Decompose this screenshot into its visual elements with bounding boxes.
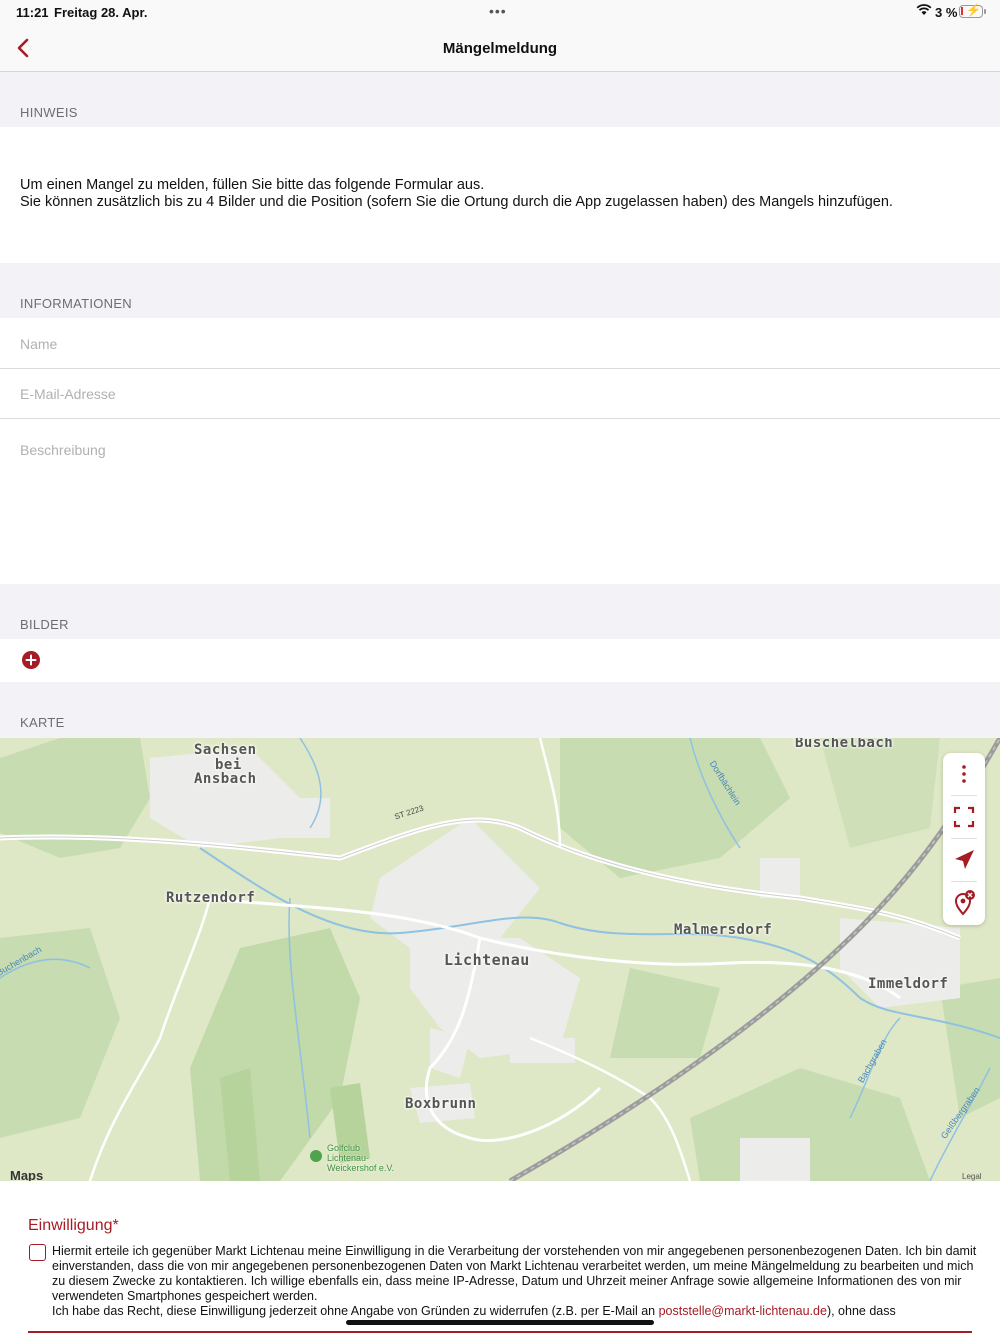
consent-revoke-text-end: ), ohne dass: [826, 1304, 896, 1318]
plus-icon: [25, 654, 37, 666]
info-card: [0, 318, 1000, 584]
hint-line-2: Sie können zusätzlich bis zu 4 Bilder un…: [20, 194, 893, 210]
place-label: Rutzendorf: [166, 890, 256, 906]
remove-pin-button[interactable]: [943, 882, 985, 924]
images-card: [0, 639, 1000, 682]
name-field[interactable]: Name: [20, 336, 57, 352]
locate-me-button[interactable]: [943, 839, 985, 881]
consent-title: Einwilligung*: [28, 1217, 119, 1234]
golf-label-line: Lichtenau-: [327, 1153, 370, 1163]
place-label: Lichtenau: [444, 951, 530, 969]
status-bar: 11:21 Freitag 28. Apr. ••• 3 % ⚡: [0, 0, 1000, 24]
divider: [0, 418, 1000, 419]
navigation-bar: Mängelmeldung: [0, 24, 1000, 72]
bolt-icon: ⚡: [966, 3, 981, 17]
battery-icon: ⚡: [959, 3, 986, 18]
add-image-button[interactable]: [22, 651, 40, 669]
golf-label-line: Weickershof e.V.: [327, 1163, 395, 1173]
legal-link[interactable]: Legal: [962, 1172, 982, 1181]
pin-remove-icon: [954, 890, 975, 916]
wifi-icon: [916, 4, 932, 15]
consent-paragraph-revoke: Ich habe das Recht, diese Einwilligung j…: [52, 1304, 977, 1318]
section-header-images: BILDER: [20, 617, 69, 632]
place-label: Ansbach: [194, 771, 257, 787]
place-label: Immeldorf: [868, 976, 949, 992]
hint-line-1: Um einen Mangel zu melden, füllen Sie bi…: [20, 177, 485, 193]
map-controls: [943, 753, 985, 925]
home-indicator[interactable]: [346, 1320, 654, 1325]
consent-text: Hiermit erteile ich gegenüber Markt Lich…: [52, 1244, 977, 1318]
golf-icon: [310, 1150, 322, 1162]
description-field[interactable]: Beschreibung: [20, 442, 106, 458]
fullscreen-button[interactable]: [943, 796, 985, 838]
section-header-map: KARTE: [20, 715, 65, 730]
place-label: Buschelbach: [795, 738, 894, 751]
status-date: Freitag 28. Apr.: [54, 5, 148, 20]
place-label: Sachsen: [194, 742, 257, 758]
section-header-info: INFORMATIONEN: [20, 296, 132, 311]
email-field[interactable]: E-Mail-Adresse: [20, 386, 116, 402]
ellipsis-vertical-icon: [962, 765, 966, 783]
more-options-button[interactable]: [943, 753, 985, 795]
place-label: Boxbrunn: [405, 1096, 477, 1112]
consent-paragraph: Hiermit erteile ich gegenüber Markt Lich…: [52, 1244, 977, 1303]
battery-level: [961, 7, 963, 15]
golf-label-line: Golfclub: [327, 1143, 361, 1153]
hint-text: Um einen Mangel zu melden, füllen Sie bi…: [20, 177, 980, 211]
section-header-hint: HINWEIS: [20, 105, 78, 120]
golf-label: Golfclub Lichtenau- Weickershof e.V.: [327, 1143, 394, 1173]
battery-percentage: 3 %: [935, 5, 958, 20]
consent-underline: [28, 1331, 972, 1333]
place-label: Malmersdorf: [674, 922, 773, 938]
consent-revoke-text: Ich habe das Recht, diese Einwilligung j…: [52, 1304, 659, 1318]
map-view[interactable]: Sachsen bei Ansbach Buschelbach Rutzendo…: [0, 738, 1000, 1181]
email-link[interactable]: poststelle@markt-lichtenau.de: [659, 1304, 827, 1318]
consent-checkbox[interactable]: [29, 1244, 46, 1261]
multitasking-dots[interactable]: •••: [489, 3, 507, 19]
divider: [0, 368, 1000, 369]
location-arrow-icon: [955, 850, 974, 869]
status-time: 11:21: [16, 5, 49, 20]
page-title: Mängelmeldung: [442, 40, 558, 57]
expand-icon: [953, 806, 975, 828]
